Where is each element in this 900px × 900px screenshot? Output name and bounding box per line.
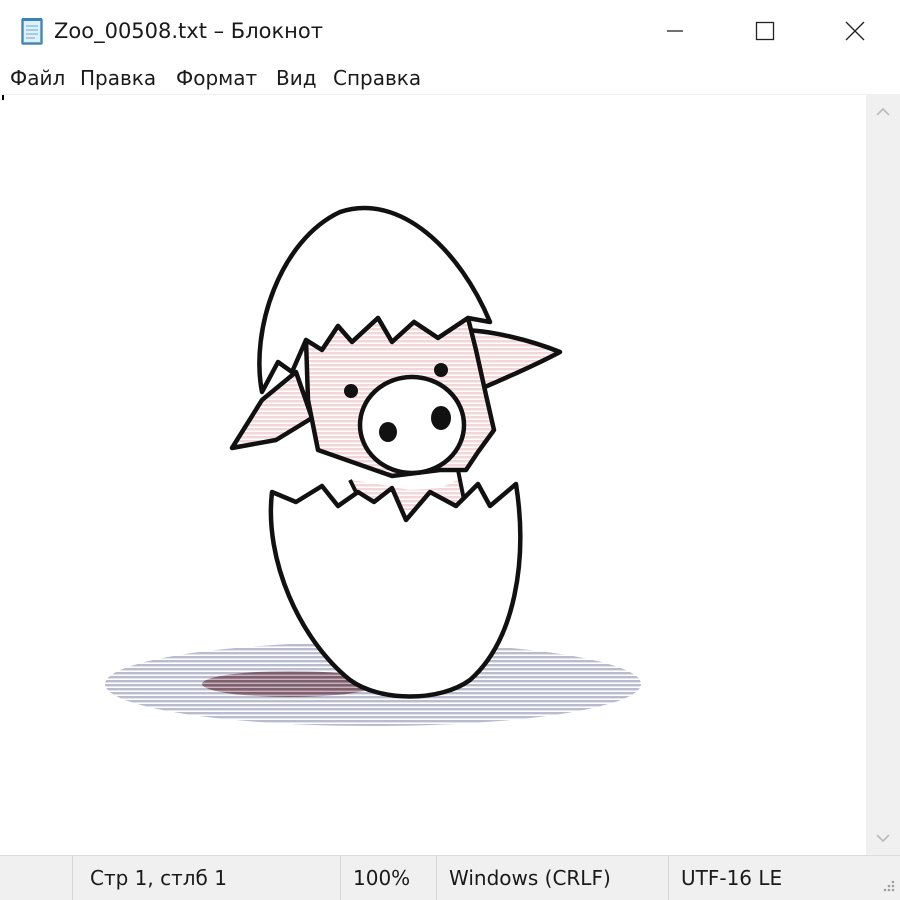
title-bar[interactable]: Zoo_00508.txt – Блокнот: [0, 0, 900, 62]
menu-bar: Файл Правка Формат Вид Справка: [0, 62, 900, 95]
notepad-window: Zoo_00508.txt – Блокнот Файл Правка Форм…: [0, 0, 900, 900]
scroll-down-button[interactable]: [866, 821, 900, 855]
close-icon: [845, 21, 865, 41]
status-encoding: UTF-16 LE: [668, 856, 866, 900]
chevron-up-icon: [876, 107, 890, 116]
status-bar: Стр 1, стлб 1 100% Windows (CRLF) UTF-16…: [0, 855, 900, 900]
resize-grip-icon[interactable]: [878, 879, 896, 897]
maximize-icon: [755, 21, 775, 41]
menu-edit[interactable]: Правка: [80, 64, 156, 92]
close-button[interactable]: [810, 0, 900, 62]
scroll-up-button[interactable]: [866, 95, 900, 129]
status-line-ending: Windows (CRLF): [436, 856, 668, 900]
menu-help[interactable]: Справка: [333, 64, 421, 92]
chevron-down-icon: [876, 834, 890, 843]
minimize-icon: [667, 30, 683, 32]
text-editor[interactable]: [0, 95, 866, 855]
text-caret: [2, 95, 4, 100]
minimize-button[interactable]: [630, 0, 720, 62]
status-zoom: 100%: [340, 856, 436, 900]
status-cursor-position: Стр 1, стлб 1: [72, 856, 340, 900]
maximize-button[interactable]: [720, 0, 810, 62]
vertical-scrollbar[interactable]: [866, 95, 900, 855]
menu-view[interactable]: Вид: [276, 64, 317, 92]
menu-file[interactable]: Файл: [10, 64, 65, 92]
notepad-icon: [21, 18, 43, 45]
hatching-pig-ascii-art: [105, 205, 641, 726]
window-title: Zoo_00508.txt – Блокнот: [54, 19, 323, 43]
menu-format[interactable]: Формат: [176, 64, 257, 92]
